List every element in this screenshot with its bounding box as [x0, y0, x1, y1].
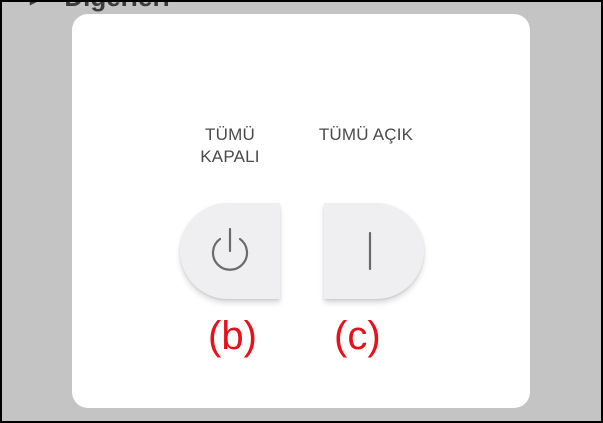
triangle-right-icon: ▶: [30, 2, 42, 8]
power-icon: [211, 227, 249, 271]
background-section-title: Diğerleri: [64, 2, 170, 13]
on-line-icon: [368, 231, 372, 271]
all-on-label: TÜMÜ AÇIK: [306, 124, 426, 146]
power-dialog: TÜMÜ KAPALI TÜMÜ AÇIK (b) (c): [72, 14, 530, 408]
annotation-b: (b): [208, 314, 257, 358]
all-off-label-line1: TÜMÜ: [205, 125, 255, 144]
all-off-label: TÜMÜ KAPALI: [190, 124, 270, 168]
all-on-label-text: TÜMÜ AÇIK: [318, 125, 414, 144]
annotation-c: (c): [334, 314, 381, 358]
background-section-header: ▶ Diğerleri: [30, 2, 170, 13]
screenshot-frame: ▶ Diğerleri TÜMÜ KAPALI TÜMÜ AÇIK (b) (c…: [0, 0, 603, 423]
all-off-label-line2: KAPALI: [200, 147, 260, 166]
all-off-button[interactable]: [180, 203, 280, 299]
all-on-button[interactable]: [324, 203, 424, 299]
